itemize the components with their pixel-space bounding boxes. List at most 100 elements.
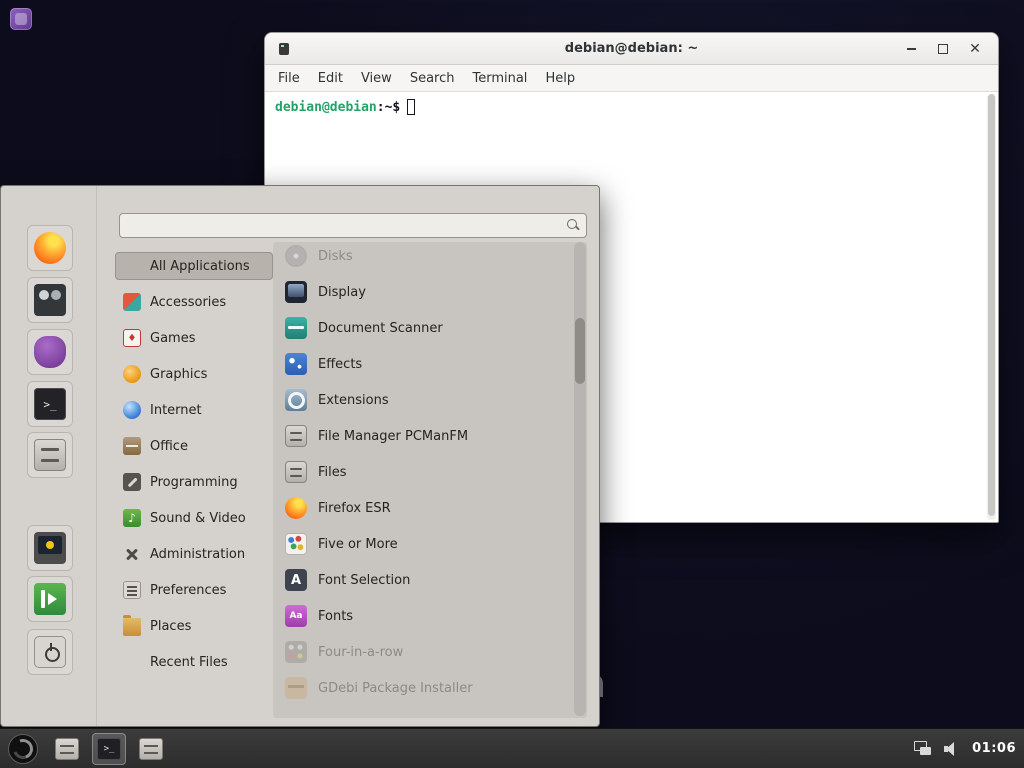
app-gdebi-package-installer[interactable]: GDebi Package Installer bbox=[285, 670, 571, 706]
menu-edit[interactable]: Edit bbox=[309, 67, 352, 90]
shutdown-button[interactable] bbox=[27, 629, 73, 675]
scanner-icon bbox=[285, 317, 307, 339]
file-manager-icon bbox=[34, 439, 66, 471]
menu-scrollbar-thumb[interactable] bbox=[575, 318, 585, 384]
administration-icon bbox=[123, 545, 141, 563]
files-icon bbox=[285, 461, 307, 483]
games-icon bbox=[123, 329, 141, 347]
places-icon bbox=[123, 618, 141, 636]
filemanager-launcher-icon bbox=[139, 738, 163, 760]
category-label: Administration bbox=[150, 547, 245, 562]
minimize-button[interactable] bbox=[902, 40, 920, 58]
font-selection-icon bbox=[285, 569, 307, 591]
menu-sidebar bbox=[1, 186, 97, 726]
menu-search[interactable]: Search bbox=[401, 67, 464, 90]
application-menu: All Applications Accessories Games Graph… bbox=[0, 185, 600, 727]
category-all-applications[interactable]: All Applications bbox=[115, 252, 273, 280]
category-label: Internet bbox=[150, 403, 202, 418]
taskbar-files-launcher[interactable] bbox=[50, 733, 84, 765]
favorite-software-button[interactable] bbox=[27, 277, 73, 323]
purple-app-icon bbox=[34, 336, 66, 368]
taskbar-filemanager-launcher[interactable] bbox=[134, 733, 168, 765]
app-document-scanner[interactable]: Document Scanner bbox=[285, 310, 571, 346]
category-recent-files[interactable]: Recent Files bbox=[115, 644, 273, 680]
app-five-or-more[interactable]: Five or More bbox=[285, 526, 571, 562]
lock-screen-icon bbox=[34, 532, 66, 564]
menu-scrollbar[interactable] bbox=[574, 242, 586, 716]
terminal-launcher-icon bbox=[97, 738, 121, 760]
category-list: All Applications Accessories Games Graph… bbox=[115, 248, 273, 680]
terminal-scrollbar-thumb[interactable] bbox=[988, 94, 995, 516]
lock-screen-button[interactable] bbox=[27, 525, 73, 571]
menu-terminal[interactable]: Terminal bbox=[463, 67, 536, 90]
app-four-in-a-row[interactable]: Four-in-a-row bbox=[285, 634, 571, 670]
category-sound-video[interactable]: Sound & Video bbox=[115, 500, 273, 536]
clock[interactable]: 01:06 bbox=[972, 741, 1016, 756]
app-display[interactable]: Display bbox=[285, 274, 571, 310]
app-file-manager-pcmanfm[interactable]: File Manager PCManFM bbox=[285, 418, 571, 454]
category-places[interactable]: Places bbox=[115, 608, 273, 644]
close-button[interactable]: ✕ bbox=[966, 40, 984, 58]
graphics-icon bbox=[123, 365, 141, 383]
category-programming[interactable]: Programming bbox=[115, 464, 273, 500]
app-firefox-esr[interactable]: Firefox ESR bbox=[285, 490, 571, 526]
application-list: Disks Display Document Scanner Effects E… bbox=[285, 238, 571, 720]
menu-file[interactable]: File bbox=[269, 67, 309, 90]
extensions-icon bbox=[285, 389, 307, 411]
window-title: debian@debian: ~ bbox=[265, 41, 998, 56]
pcmanfm-icon bbox=[285, 425, 307, 447]
favorite-files-button[interactable] bbox=[27, 432, 73, 478]
terminal-titlebar[interactable]: debian@debian: ~ ✕ bbox=[265, 33, 998, 65]
menu-help[interactable]: Help bbox=[536, 67, 584, 90]
people-icon bbox=[34, 284, 66, 316]
power-icon bbox=[34, 636, 66, 668]
volume-tray-icon[interactable] bbox=[944, 742, 960, 756]
effects-icon bbox=[285, 353, 307, 375]
category-label: Office bbox=[150, 439, 188, 454]
menu-button[interactable] bbox=[8, 734, 38, 764]
category-label: Accessories bbox=[150, 295, 226, 310]
category-label: Preferences bbox=[150, 583, 226, 598]
search-icon bbox=[566, 218, 580, 232]
favorite-terminal-button[interactable] bbox=[27, 381, 73, 427]
network-tray-icon[interactable] bbox=[914, 741, 932, 757]
category-label: All Applications bbox=[150, 259, 250, 274]
app-effects[interactable]: Effects bbox=[285, 346, 571, 382]
menu-view[interactable]: View bbox=[352, 67, 401, 90]
desktop-shortcut-icon[interactable] bbox=[10, 8, 32, 30]
terminal-prompt: debian@debian:~$ bbox=[275, 99, 988, 115]
logout-button[interactable] bbox=[27, 576, 73, 622]
office-icon bbox=[123, 437, 141, 455]
sound-video-icon bbox=[123, 509, 141, 527]
firefox-esr-icon bbox=[285, 497, 307, 519]
logout-icon bbox=[34, 583, 66, 615]
terminal-cursor bbox=[407, 99, 415, 115]
five-or-more-icon bbox=[285, 533, 307, 555]
prompt-suffix: :~$ bbox=[377, 100, 400, 115]
app-fonts[interactable]: Fonts bbox=[285, 598, 571, 634]
taskbar: 01:06 bbox=[0, 728, 1024, 768]
maximize-button[interactable] bbox=[934, 40, 952, 58]
category-preferences[interactable]: Preferences bbox=[115, 572, 273, 608]
search-input[interactable] bbox=[119, 213, 587, 238]
taskbar-terminal-launcher[interactable] bbox=[92, 733, 126, 765]
category-internet[interactable]: Internet bbox=[115, 392, 273, 428]
category-administration[interactable]: Administration bbox=[115, 536, 273, 572]
category-games[interactable]: Games bbox=[115, 320, 273, 356]
prompt-user-host: debian@debian bbox=[275, 100, 377, 115]
app-extensions[interactable]: Extensions bbox=[285, 382, 571, 418]
app-font-selection[interactable]: Font Selection bbox=[285, 562, 571, 598]
terminal-scrollbar[interactable] bbox=[987, 94, 996, 520]
app-disks[interactable]: Disks bbox=[285, 238, 571, 274]
fonts-icon bbox=[285, 605, 307, 627]
internet-icon bbox=[123, 401, 141, 419]
accessories-icon bbox=[123, 293, 141, 311]
category-graphics[interactable]: Graphics bbox=[115, 356, 273, 392]
app-files[interactable]: Files bbox=[285, 454, 571, 490]
category-office[interactable]: Office bbox=[115, 428, 273, 464]
favorite-firefox-button[interactable] bbox=[27, 225, 73, 271]
display-icon bbox=[285, 281, 307, 303]
category-accessories[interactable]: Accessories bbox=[115, 284, 273, 320]
favorite-app-button[interactable] bbox=[27, 329, 73, 375]
firefox-icon bbox=[34, 232, 66, 264]
